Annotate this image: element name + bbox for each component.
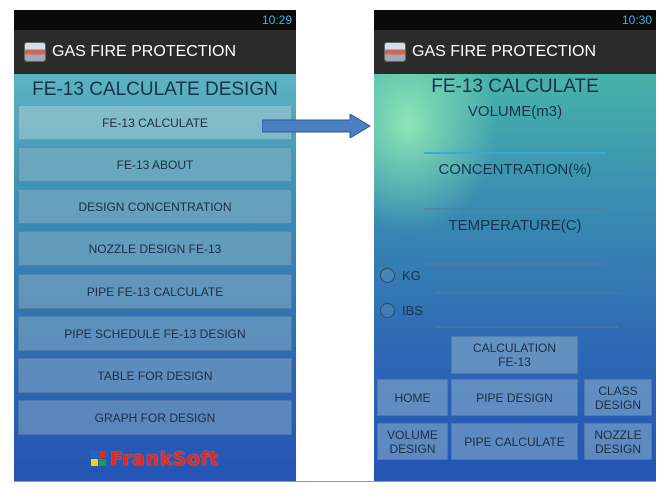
- class-design-button[interactable]: CLASS DESIGN: [584, 379, 652, 416]
- left-screen: 10:29 GAS FIRE PROTECTION FE-13 CALCULAT…: [14, 10, 296, 482]
- nozzle-design-button[interactable]: NOZZLE DESIGN: [584, 423, 652, 460]
- table-for-design-button[interactable]: TABLE FOR DESIGN: [18, 358, 292, 393]
- kg-radio[interactable]: KG: [380, 268, 421, 283]
- lbs-radio[interactable]: IBS: [380, 303, 423, 318]
- pipe-schedule-button[interactable]: PIPE SCHEDULE FE-13 DESIGN: [18, 316, 292, 351]
- lbs-label: IBS: [402, 303, 423, 318]
- right-screen: 10:30 GAS FIRE PROTECTION FE-13 CALCULAT…: [374, 10, 656, 482]
- action-bar: GAS FIRE PROTECTION: [14, 30, 296, 74]
- lbs-output: [436, 326, 618, 328]
- fe13-about-button[interactable]: FE-13 ABOUT: [18, 147, 292, 182]
- page-title: FE-13 CALCULATE DESIGN: [32, 79, 278, 100]
- status-time: 10:29: [261, 13, 292, 27]
- action-bar: GAS FIRE PROTECTION: [374, 30, 656, 74]
- transition-arrow-icon: [262, 114, 371, 138]
- fe13-calculate-button[interactable]: FE-13 CALCULATE: [18, 105, 292, 140]
- logo-squares-icon: [91, 451, 107, 467]
- design-concentration-button[interactable]: DESIGN CONCENTRATION: [18, 189, 292, 224]
- status-time: 10:30: [621, 13, 652, 27]
- volume-input[interactable]: [424, 152, 606, 154]
- app-icon: [384, 42, 406, 62]
- app-icon: [24, 42, 46, 62]
- temperature-input[interactable]: [424, 263, 606, 265]
- pipe-calculate-button[interactable]: PIPE FE-13 CALCULATE: [18, 274, 292, 309]
- nozzle-design-button[interactable]: NOZZLE DESIGN FE-13: [18, 231, 292, 266]
- pipe-design-button[interactable]: PIPE DESIGN: [451, 379, 578, 416]
- concentration-label: CONCENTRATION(%): [438, 161, 592, 178]
- main-menu: FE-13 CALCULATE DESIGN FE-13 CALCULATE F…: [14, 74, 296, 482]
- radio-circle-icon[interactable]: [380, 303, 395, 318]
- status-bar: 10:29: [14, 10, 296, 30]
- home-button[interactable]: HOME: [377, 379, 448, 416]
- pipe-calculate-button[interactable]: PIPE CALCULATE: [451, 423, 578, 460]
- volume-design-button[interactable]: VOLUME DESIGN: [377, 423, 448, 460]
- concentration-input[interactable]: [424, 208, 606, 210]
- kg-output: [436, 292, 618, 294]
- calculate-form: FE-13 CALCULATE VOLUME(m3) CONCENTRATION…: [374, 74, 656, 482]
- status-bar: 10:30: [374, 10, 656, 30]
- franksoft-logo: FrankSoft: [14, 448, 296, 470]
- radio-circle-icon[interactable]: [380, 268, 395, 283]
- divider: [14, 481, 656, 482]
- graph-for-design-button[interactable]: GRAPH FOR DESIGN: [18, 400, 292, 435]
- app-title: GAS FIRE PROTECTION: [412, 43, 597, 60]
- kg-label: KG: [402, 268, 421, 283]
- temperature-label: TEMPERATURE(C): [448, 217, 582, 234]
- calculation-button[interactable]: CALCULATION FE-13: [451, 336, 578, 374]
- logo-text: FrankSoft: [110, 448, 219, 470]
- page-title: FE-13 CALCULATE: [431, 76, 599, 97]
- app-title: GAS FIRE PROTECTION: [52, 43, 237, 60]
- volume-label: VOLUME(m3): [467, 103, 563, 120]
